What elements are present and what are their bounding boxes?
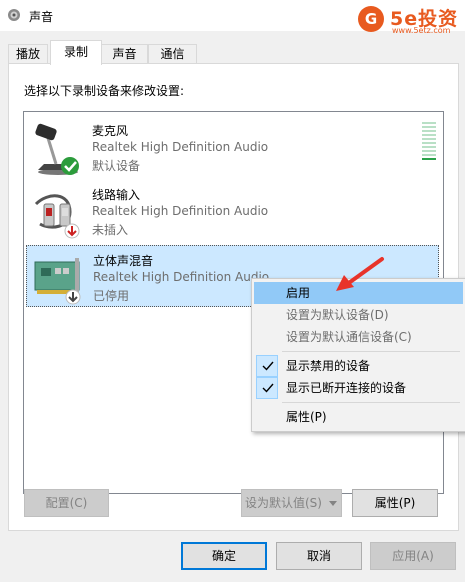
level-meter bbox=[422, 122, 436, 162]
menu-item-label: 启用 bbox=[286, 286, 311, 300]
menu-item-properties[interactable]: 属性(P) bbox=[254, 406, 463, 428]
tab-recording[interactable]: 录制 bbox=[50, 40, 102, 65]
tab-sounds[interactable]: 声音 bbox=[101, 44, 148, 64]
properties-button[interactable]: 属性(P) bbox=[352, 489, 438, 517]
menu-item-label: 设置为默认通信设备(C) bbox=[286, 330, 412, 344]
set-default-button[interactable]: 设为默认值(S) bbox=[241, 489, 326, 517]
annotation-arrow-icon bbox=[336, 257, 384, 291]
device-status: 已停用 bbox=[93, 289, 130, 303]
sound-card-icon bbox=[34, 258, 81, 305]
window-title: 声音 bbox=[29, 10, 54, 24]
check-icon bbox=[256, 355, 278, 377]
device-driver: Realtek High Definition Audio bbox=[92, 140, 269, 154]
watermark: G 5e投资 www.5etz.com bbox=[352, 2, 464, 36]
apply-button[interactable]: 应用(A) bbox=[370, 542, 456, 570]
menu-item-show-disabled[interactable]: 显示禁用的设备 bbox=[254, 355, 463, 377]
tab-communications[interactable]: 通信 bbox=[148, 44, 197, 64]
set-default-dropdown-icon[interactable] bbox=[325, 489, 342, 517]
device-driver: Realtek High Definition Audio bbox=[92, 204, 269, 218]
tab-playback[interactable]: 播放 bbox=[8, 44, 48, 64]
line-in-cable-icon bbox=[34, 194, 80, 239]
device-item-microphone[interactable]: 麦克风 Realtek High Definition Audio 默认设备 bbox=[26, 116, 439, 178]
cancel-button[interactable]: 取消 bbox=[276, 542, 362, 570]
menu-item-set-default[interactable]: 设置为默认设备(D) bbox=[254, 304, 463, 326]
watermark-logo-icon: G bbox=[358, 6, 384, 32]
watermark-url: www.5etz.com bbox=[392, 26, 451, 35]
menu-item-label: 显示禁用的设备 bbox=[286, 359, 371, 373]
microphone-icon bbox=[35, 123, 79, 175]
menu-item-set-default-comm[interactable]: 设置为默认通信设备(C) bbox=[254, 326, 463, 348]
device-name: 立体声混音 bbox=[93, 254, 154, 268]
menu-item-label: 显示已断开连接的设备 bbox=[286, 381, 407, 395]
title-bar: 声音 G 5e投资 www.5etz.com bbox=[0, 0, 465, 35]
device-status: 未插入 bbox=[92, 223, 129, 237]
device-name: 麦克风 bbox=[92, 124, 129, 138]
ok-button[interactable]: 确定 bbox=[181, 542, 267, 570]
context-menu: 启用 设置为默认设备(D) 设置为默认通信设备(C) 显示禁用的设备 显示已断开… bbox=[251, 278, 465, 432]
menu-item-label: 设置为默认设备(D) bbox=[286, 308, 389, 322]
configure-button[interactable]: 配置(C) bbox=[24, 489, 109, 517]
device-driver: Realtek High Definition Audio bbox=[93, 270, 270, 284]
device-status: 默认设备 bbox=[92, 159, 141, 173]
menu-separator bbox=[282, 351, 460, 352]
menu-item-label: 属性(P) bbox=[286, 410, 327, 424]
default-check-icon bbox=[61, 157, 79, 175]
instruction-text: 选择以下录制设备来修改设置: bbox=[24, 84, 185, 98]
device-item-line-in[interactable]: 线路输入 Realtek High Definition Audio 未插入 bbox=[26, 180, 439, 242]
menu-item-show-disconnected[interactable]: 显示已断开连接的设备 bbox=[254, 377, 463, 399]
speaker-icon bbox=[8, 9, 20, 21]
menu-separator bbox=[282, 402, 460, 403]
check-icon bbox=[256, 377, 278, 399]
device-name: 线路输入 bbox=[92, 188, 141, 202]
